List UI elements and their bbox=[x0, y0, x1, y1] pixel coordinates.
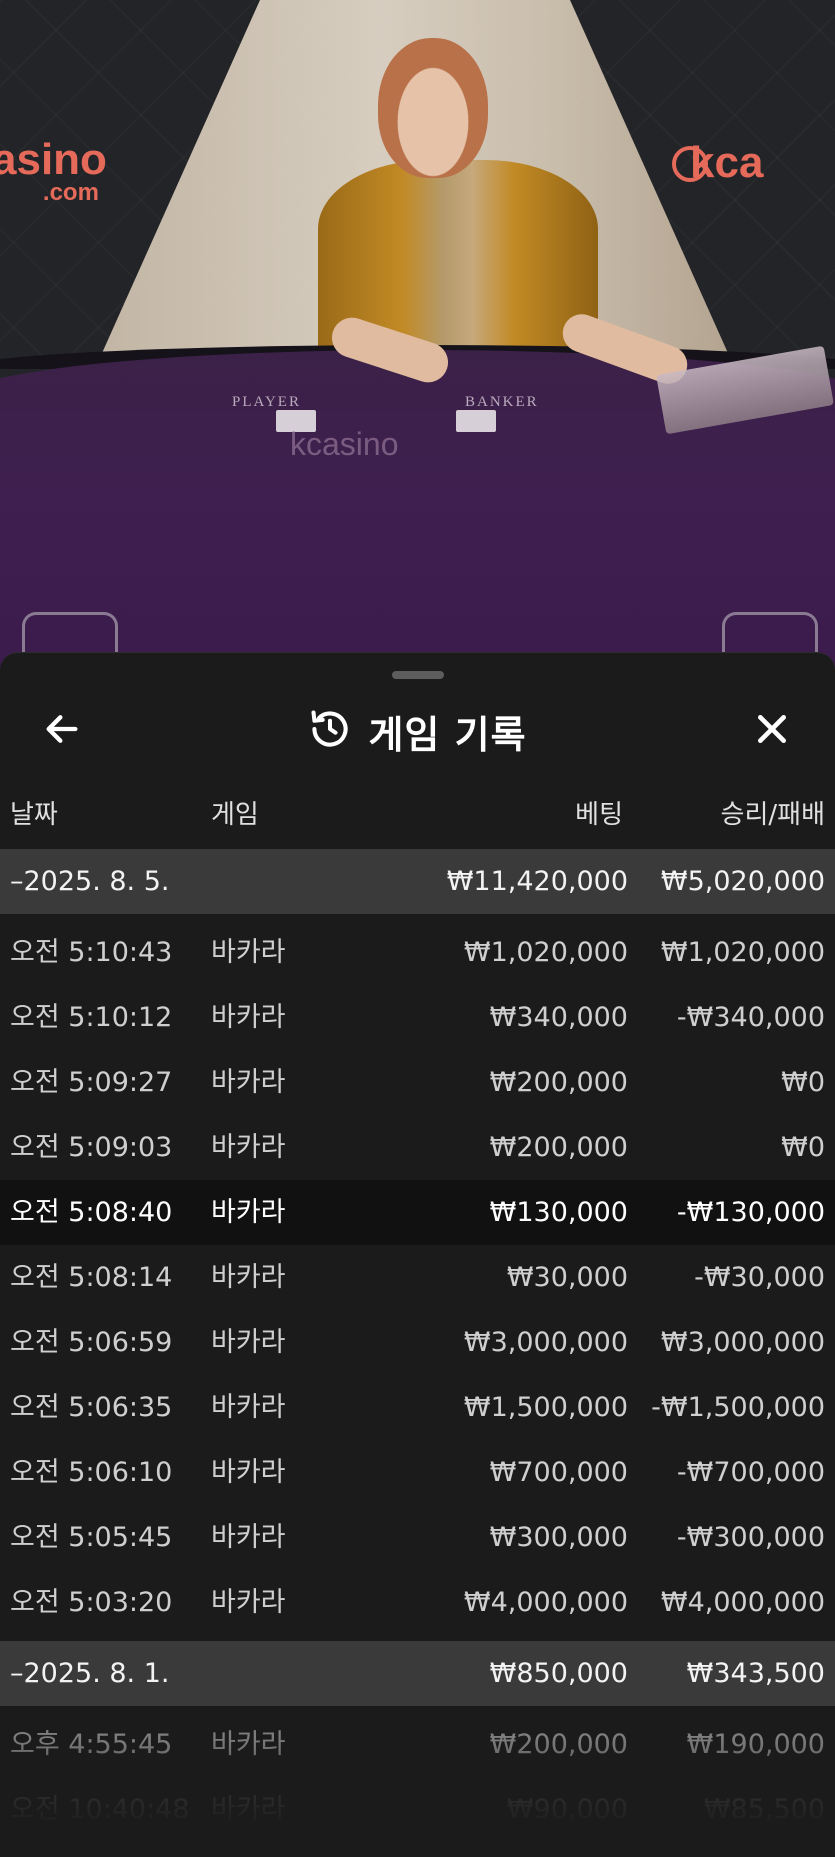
arrow-left-icon bbox=[42, 709, 82, 753]
group-bet-total: ₩11,420,000 bbox=[446, 866, 628, 897]
row-bet: ₩200,000 bbox=[489, 1729, 628, 1760]
history-row[interactable]: 오전 5:06:10 바카라 ₩700,000 -₩700,000 bbox=[0, 1440, 835, 1505]
column-header-date: 날짜 bbox=[10, 800, 58, 830]
history-row[interactable]: 오전 5:09:03 바카라 ₩200,000 ₩0 bbox=[0, 1115, 835, 1180]
group-result-total: ₩5,020,000 bbox=[660, 866, 825, 897]
table-label-player: PLAYER bbox=[232, 394, 301, 410]
row-game: 바카라 bbox=[211, 937, 286, 968]
row-bet: ₩130,000 bbox=[489, 1197, 628, 1228]
page-title: 게임 기록 bbox=[368, 712, 527, 757]
row-time: 오전 5:08:40 bbox=[10, 1197, 173, 1228]
history-row[interactable]: 오전 5:08:14 바카라 ₩30,000 -₩30,000 bbox=[0, 1245, 835, 1310]
row-result: ₩3,000,000 bbox=[660, 1327, 825, 1358]
history-row[interactable]: 오후 4:55:45 바카라 ₩200,000 ₩190,000 bbox=[0, 1712, 835, 1777]
back-button[interactable] bbox=[36, 705, 88, 757]
row-result: ₩85,500 bbox=[703, 1794, 825, 1825]
banker-card bbox=[456, 410, 496, 432]
row-bet: ₩3,000,000 bbox=[463, 1327, 628, 1358]
history-row-selected[interactable]: 오전 5:08:40 바카라 ₩130,000 -₩130,000 bbox=[0, 1180, 835, 1245]
row-bet: ₩1,020,000 bbox=[463, 937, 628, 968]
date-group-row[interactable]: –2025. 8. 5. ₩11,420,000 ₩5,020,000 bbox=[0, 849, 835, 914]
row-time: 오후 4:55:45 bbox=[10, 1729, 173, 1760]
sheet-drag-handle[interactable] bbox=[392, 671, 444, 679]
row-game: 바카라 bbox=[211, 1002, 286, 1033]
row-bet: ₩300,000 bbox=[489, 1522, 628, 1553]
column-header-result: 승리/패배 bbox=[720, 800, 825, 830]
row-result: ₩0 bbox=[781, 1132, 825, 1163]
live-video-feed: asino .com kca PLAYER BANKER kcasino bbox=[0, 0, 835, 700]
row-bet: ₩90,000 bbox=[506, 1794, 628, 1825]
row-game: 바카라 bbox=[211, 1067, 286, 1098]
row-result: ₩190,000 bbox=[686, 1729, 825, 1760]
row-time: 오전 5:06:59 bbox=[10, 1327, 173, 1358]
column-header-game: 게임 bbox=[211, 800, 259, 830]
row-result: -₩340,000 bbox=[676, 1002, 825, 1033]
history-row[interactable]: 오전 5:09:27 바카라 ₩200,000 ₩0 bbox=[0, 1050, 835, 1115]
group-result-total: ₩343,500 bbox=[686, 1658, 825, 1689]
group-date: –2025. 8. 1. bbox=[10, 1658, 170, 1689]
history-table: –2025. 8. 5. ₩11,420,000 ₩5,020,000 오전 5… bbox=[0, 849, 835, 1842]
row-time: 오전 10:40:48 bbox=[10, 1794, 190, 1825]
history-row[interactable]: 오전 5:10:43 바카라 ₩1,020,000 ₩1,020,000 bbox=[0, 920, 835, 985]
row-game: 바카라 bbox=[211, 1522, 286, 1553]
row-result: -₩1,500,000 bbox=[651, 1392, 825, 1423]
row-game: 바카라 bbox=[211, 1327, 286, 1358]
history-row[interactable]: 오전 10:40:48 바카라 ₩90,000 ₩85,500 bbox=[0, 1777, 835, 1842]
row-bet: ₩340,000 bbox=[489, 1002, 628, 1033]
row-game: 바카라 bbox=[211, 1197, 286, 1228]
row-result: -₩700,000 bbox=[676, 1457, 825, 1488]
table-logo: kcasino bbox=[290, 426, 399, 462]
row-bet: ₩200,000 bbox=[489, 1132, 628, 1163]
row-time: 오전 5:09:03 bbox=[10, 1132, 173, 1163]
history-row[interactable]: 오전 5:10:12 바카라 ₩340,000 -₩340,000 bbox=[0, 985, 835, 1050]
history-row[interactable]: 오전 5:05:45 바카라 ₩300,000 -₩300,000 bbox=[0, 1505, 835, 1570]
row-result: -₩30,000 bbox=[694, 1262, 825, 1293]
group-bet-total: ₩850,000 bbox=[489, 1658, 628, 1689]
row-game: 바카라 bbox=[211, 1392, 286, 1423]
row-time: 오전 5:08:14 bbox=[10, 1262, 173, 1293]
row-result: -₩300,000 bbox=[676, 1522, 825, 1553]
row-time: 오전 5:05:45 bbox=[10, 1522, 173, 1553]
row-bet: ₩4,000,000 bbox=[463, 1587, 628, 1618]
row-bet: ₩200,000 bbox=[489, 1067, 628, 1098]
table-label-banker: BANKER bbox=[465, 394, 539, 410]
row-result: ₩4,000,000 bbox=[660, 1587, 825, 1618]
dealer-head bbox=[378, 38, 488, 178]
history-row[interactable]: 오전 5:06:59 바카라 ₩3,000,000 ₩3,000,000 bbox=[0, 1310, 835, 1375]
date-group-row[interactable]: –2025. 8. 1. ₩850,000 ₩343,500 bbox=[0, 1641, 835, 1706]
row-game: 바카라 bbox=[211, 1262, 286, 1293]
row-time: 오전 5:06:10 bbox=[10, 1457, 173, 1488]
row-time: 오전 5:10:12 bbox=[10, 1002, 173, 1033]
group-date: –2025. 8. 5. bbox=[10, 866, 170, 897]
row-time: 오전 5:09:27 bbox=[10, 1067, 173, 1098]
row-time: 오전 5:03:20 bbox=[10, 1587, 173, 1618]
title-group: 게임 기록 bbox=[0, 691, 835, 771]
sheet-header: 게임 기록 bbox=[0, 691, 835, 771]
crown-logo-icon bbox=[672, 146, 708, 182]
row-time: 오전 5:06:35 bbox=[10, 1392, 173, 1423]
casino-logo-left: asino .com bbox=[0, 138, 107, 206]
row-game: 바카라 bbox=[211, 1457, 286, 1488]
casino-logo-right: kca bbox=[672, 138, 763, 188]
game-history-sheet: 게임 기록 날짜 게임 베팅 승리/패배 –2025. 8. 5. ₩11,42… bbox=[0, 652, 835, 1857]
row-result: ₩1,020,000 bbox=[660, 937, 825, 968]
row-bet: ₩700,000 bbox=[489, 1457, 628, 1488]
row-time: 오전 5:10:43 bbox=[10, 937, 173, 968]
column-header-bet: 베팅 bbox=[575, 800, 623, 830]
close-icon bbox=[752, 709, 792, 753]
row-result: ₩0 bbox=[781, 1067, 825, 1098]
row-game: 바카라 bbox=[211, 1729, 286, 1760]
row-bet: ₩30,000 bbox=[506, 1262, 628, 1293]
row-game: 바카라 bbox=[211, 1587, 286, 1618]
close-button[interactable] bbox=[746, 705, 798, 757]
history-row[interactable]: 오전 5:03:20 바카라 ₩4,000,000 ₩4,000,000 bbox=[0, 1570, 835, 1635]
history-row[interactable]: 오전 5:06:35 바카라 ₩1,500,000 -₩1,500,000 bbox=[0, 1375, 835, 1440]
row-game: 바카라 bbox=[211, 1794, 286, 1825]
row-bet: ₩1,500,000 bbox=[463, 1392, 628, 1423]
history-icon bbox=[308, 707, 352, 755]
casino-logo-left-text: asino bbox=[0, 135, 107, 184]
row-game: 바카라 bbox=[211, 1132, 286, 1163]
row-result: -₩130,000 bbox=[676, 1197, 825, 1228]
